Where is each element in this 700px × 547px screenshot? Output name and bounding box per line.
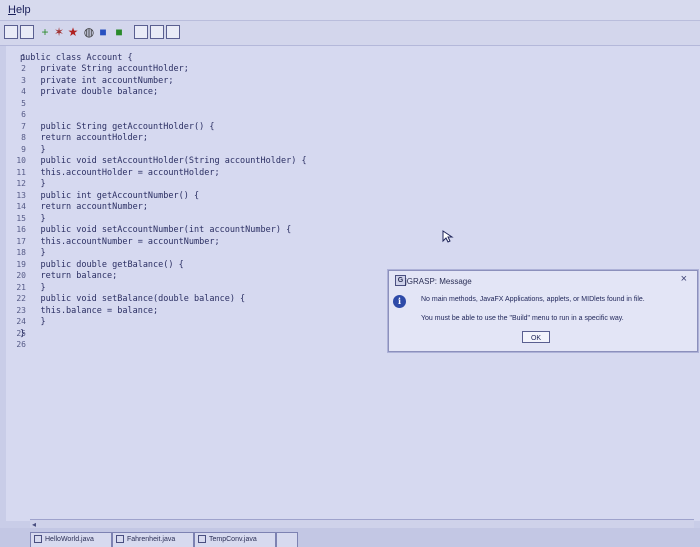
- step-icon[interactable]: ■: [96, 25, 110, 39]
- run-icon[interactable]: ★: [66, 25, 80, 39]
- java-file-icon: [34, 535, 42, 544]
- remove-icon[interactable]: ✶: [52, 25, 66, 39]
- ok-button[interactable]: OK: [522, 331, 550, 343]
- new-file-icon[interactable]: [4, 25, 18, 39]
- code-line: }: [20, 179, 46, 189]
- copy-icon[interactable]: [150, 25, 164, 39]
- code-line: public double getBalance() {: [20, 260, 184, 270]
- add-icon[interactable]: +: [38, 25, 52, 39]
- dialog-message: No main methods, JavaFX Applications, ap…: [421, 296, 645, 303]
- code-line: this.balance = balance;: [20, 306, 159, 316]
- code-line: }: [20, 214, 46, 224]
- java-file-icon: [116, 535, 124, 544]
- code-line: this.accountNumber = accountNumber;: [20, 237, 220, 247]
- code-line: }: [20, 317, 46, 327]
- menu-help[interactable]: Help: [8, 4, 31, 16]
- code-line: public void setBalance(double balance) {: [20, 294, 246, 304]
- tab-helloworld[interactable]: HelloWorld.java: [30, 532, 112, 547]
- code-line: private String accountHolder;: [20, 64, 189, 74]
- horizontal-scrollbar[interactable]: ◂: [30, 519, 694, 529]
- code-line: return accountNumber;: [20, 202, 148, 212]
- code-line: return balance;: [20, 271, 118, 281]
- code-line: public String getAccountHolder() {: [20, 122, 215, 132]
- code-line: private double balance;: [20, 87, 159, 97]
- tab-label: HelloWorld.java: [45, 536, 94, 543]
- code-line: private int accountNumber;: [20, 76, 174, 86]
- tab-tempconv[interactable]: TempConv.java: [194, 532, 276, 547]
- window-icon[interactable]: [134, 25, 148, 39]
- tab-label: Fahrenheit.java: [127, 536, 176, 543]
- code-line: return accountHolder;: [20, 133, 148, 143]
- line-number: 5: [21, 99, 26, 108]
- stop-icon[interactable]: ■: [112, 25, 126, 39]
- open-icon[interactable]: [20, 25, 34, 39]
- close-icon[interactable]: ×: [681, 273, 687, 285]
- tab-fahrenheit[interactable]: Fahrenheit.java: [112, 532, 194, 547]
- mouse-pointer-icon: [442, 230, 454, 243]
- menu-bar: Help: [0, 0, 700, 21]
- code-line: public void setAccountHolder(String acco…: [20, 156, 307, 166]
- debug-icon[interactable]: ◍: [82, 25, 96, 39]
- code-line: public int getAccountNumber() {: [20, 191, 200, 201]
- code-line: }: [20, 145, 46, 155]
- dialog-title: jGRASP: Message: [405, 277, 472, 286]
- file-tab-bar: HelloWorld.java Fahrenheit.java TempConv…: [0, 528, 700, 547]
- toolbar: + ✶ ★ ◍ ■ ■: [0, 21, 700, 46]
- code-line: this.accountHolder = accountHolder;: [20, 168, 220, 178]
- dialog-message-secondary: You must be able to use the "Build" menu…: [421, 315, 624, 322]
- code-line: public void setAccountNumber(int account…: [20, 225, 292, 235]
- dialog-title-bar: G jGRASP: Message ×: [395, 271, 691, 287]
- line-number: 6: [21, 110, 26, 119]
- tab-extra[interactable]: [276, 532, 298, 547]
- code-line: }: [20, 329, 26, 339]
- java-file-icon: [198, 535, 206, 544]
- message-dialog: G jGRASP: Message × i No main methods, J…: [388, 270, 698, 352]
- line-number: 26: [16, 340, 26, 349]
- find-icon[interactable]: [166, 25, 180, 39]
- tab-label: TempConv.java: [209, 536, 257, 543]
- info-icon: i: [393, 295, 406, 308]
- code-line: }: [20, 283, 46, 293]
- code-line: public class Account {: [20, 53, 133, 63]
- code-line: }: [20, 248, 46, 258]
